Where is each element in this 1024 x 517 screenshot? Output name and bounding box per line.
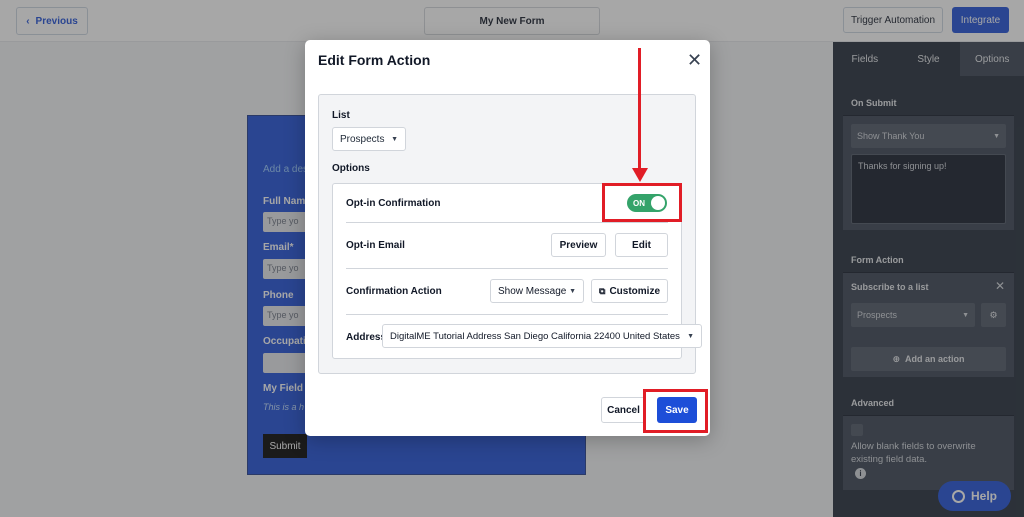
divider [346, 222, 668, 223]
divider [346, 314, 668, 315]
annotation-highlight-toggle [602, 183, 682, 222]
caret-down-icon: ▼ [687, 332, 694, 340]
optin-confirmation-label: Opt-in Confirmation [346, 198, 441, 209]
address-value: DigitalME Tutorial Address San Diego Cal… [390, 330, 680, 342]
confirmation-action-select[interactable]: Show Message ▼ [490, 279, 584, 303]
confirmation-action-value: Show Message [498, 285, 567, 297]
options-label: Options [332, 163, 370, 174]
optin-email-label: Opt-in Email [346, 240, 405, 251]
annotation-arrow-line [638, 48, 641, 172]
modal-title: Edit Form Action [318, 52, 431, 68]
address-label: Address [346, 332, 387, 343]
list-label: List [332, 110, 350, 121]
list-select-value: Prospects [340, 133, 385, 145]
edit-form-action-modal: Edit Form Action ✕ List Prospects ▼ Opti… [305, 40, 710, 436]
preview-button[interactable]: Preview [551, 233, 606, 257]
cancel-button[interactable]: Cancel [601, 397, 646, 423]
list-select[interactable]: Prospects ▼ [332, 127, 406, 151]
annotation-arrow-head [632, 168, 648, 182]
divider [346, 268, 668, 269]
customize-label: Customize [609, 285, 660, 297]
caret-down-icon: ▼ [391, 135, 398, 143]
address-select[interactable]: DigitalME Tutorial Address San Diego Cal… [382, 324, 702, 348]
customize-button[interactable]: ⧉ Customize [591, 279, 668, 303]
caret-down-icon: ▼ [569, 287, 576, 295]
annotation-highlight-save [643, 389, 708, 433]
external-link-icon: ⧉ [599, 285, 606, 296]
close-icon[interactable]: ✕ [687, 50, 702, 71]
edit-button[interactable]: Edit [615, 233, 668, 257]
confirmation-action-label: Confirmation Action [346, 286, 442, 297]
